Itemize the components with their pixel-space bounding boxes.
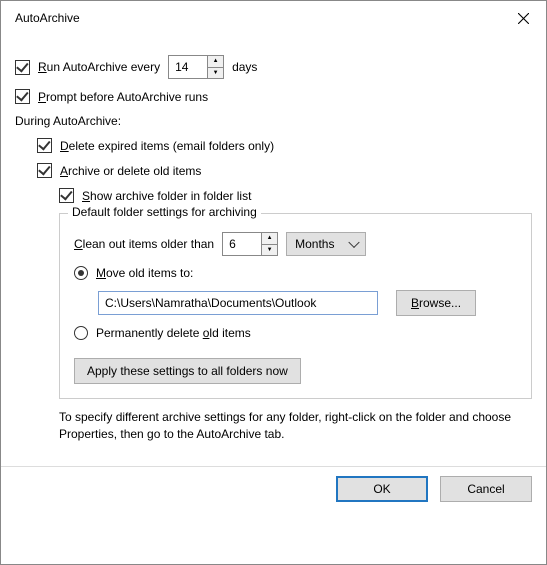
days-label: days	[232, 60, 257, 74]
dialog-content: Run AutoArchive every ▲ ▼ days Prompt be…	[1, 35, 546, 464]
prompt-label: Prompt before AutoArchive runs	[38, 90, 208, 104]
clean-out-spinner[interactable]: ▲ ▼	[222, 232, 278, 256]
archive-delete-checkbox[interactable]	[37, 163, 52, 178]
spin-down-icon[interactable]: ▼	[262, 245, 277, 256]
close-button[interactable]	[500, 1, 546, 35]
archive-delete-label: Archive or delete old items	[60, 164, 201, 178]
spin-down-icon[interactable]: ▼	[208, 68, 223, 79]
run-autoarchive-label: Run AutoArchive every	[38, 60, 160, 74]
perm-delete-radio[interactable]	[74, 326, 88, 340]
default-settings-group: Default folder settings for archiving Cl…	[59, 213, 532, 399]
group-legend: Default folder settings for archiving	[68, 205, 261, 219]
run-every-value[interactable]	[169, 56, 207, 78]
clean-out-label: Clean out items older than	[74, 237, 214, 251]
close-icon	[518, 13, 529, 24]
show-folder-label: Show archive folder in folder list	[82, 189, 251, 203]
apply-all-button[interactable]: Apply these settings to all folders now	[74, 358, 301, 384]
prompt-checkbox[interactable]	[15, 89, 30, 104]
spin-up-icon[interactable]: ▲	[262, 233, 277, 245]
cancel-button[interactable]: Cancel	[440, 476, 532, 502]
spin-up-icon[interactable]: ▲	[208, 56, 223, 68]
move-items-label: Move old items to:	[96, 266, 193, 280]
help-text: To specify different archive settings fo…	[59, 409, 532, 444]
archive-path-input[interactable]	[98, 291, 378, 315]
title-bar: AutoArchive	[1, 1, 546, 35]
run-every-spinner[interactable]: ▲ ▼	[168, 55, 224, 79]
dialog-footer: OK Cancel	[1, 466, 546, 502]
perm-delete-label: Permanently delete old items	[96, 326, 251, 340]
move-items-radio[interactable]	[74, 266, 88, 280]
unit-value: Months	[295, 237, 334, 251]
window-title: AutoArchive	[15, 11, 80, 25]
delete-expired-checkbox[interactable]	[37, 138, 52, 153]
ok-button[interactable]: OK	[336, 476, 428, 502]
during-heading: During AutoArchive:	[15, 114, 532, 128]
show-folder-checkbox[interactable]	[59, 188, 74, 203]
clean-out-value[interactable]	[223, 233, 261, 255]
delete-expired-label: Delete expired items (email folders only…	[60, 139, 274, 153]
run-autoarchive-checkbox[interactable]	[15, 60, 30, 75]
unit-dropdown[interactable]: Months	[286, 232, 366, 256]
browse-button[interactable]: Browse...	[396, 290, 476, 316]
